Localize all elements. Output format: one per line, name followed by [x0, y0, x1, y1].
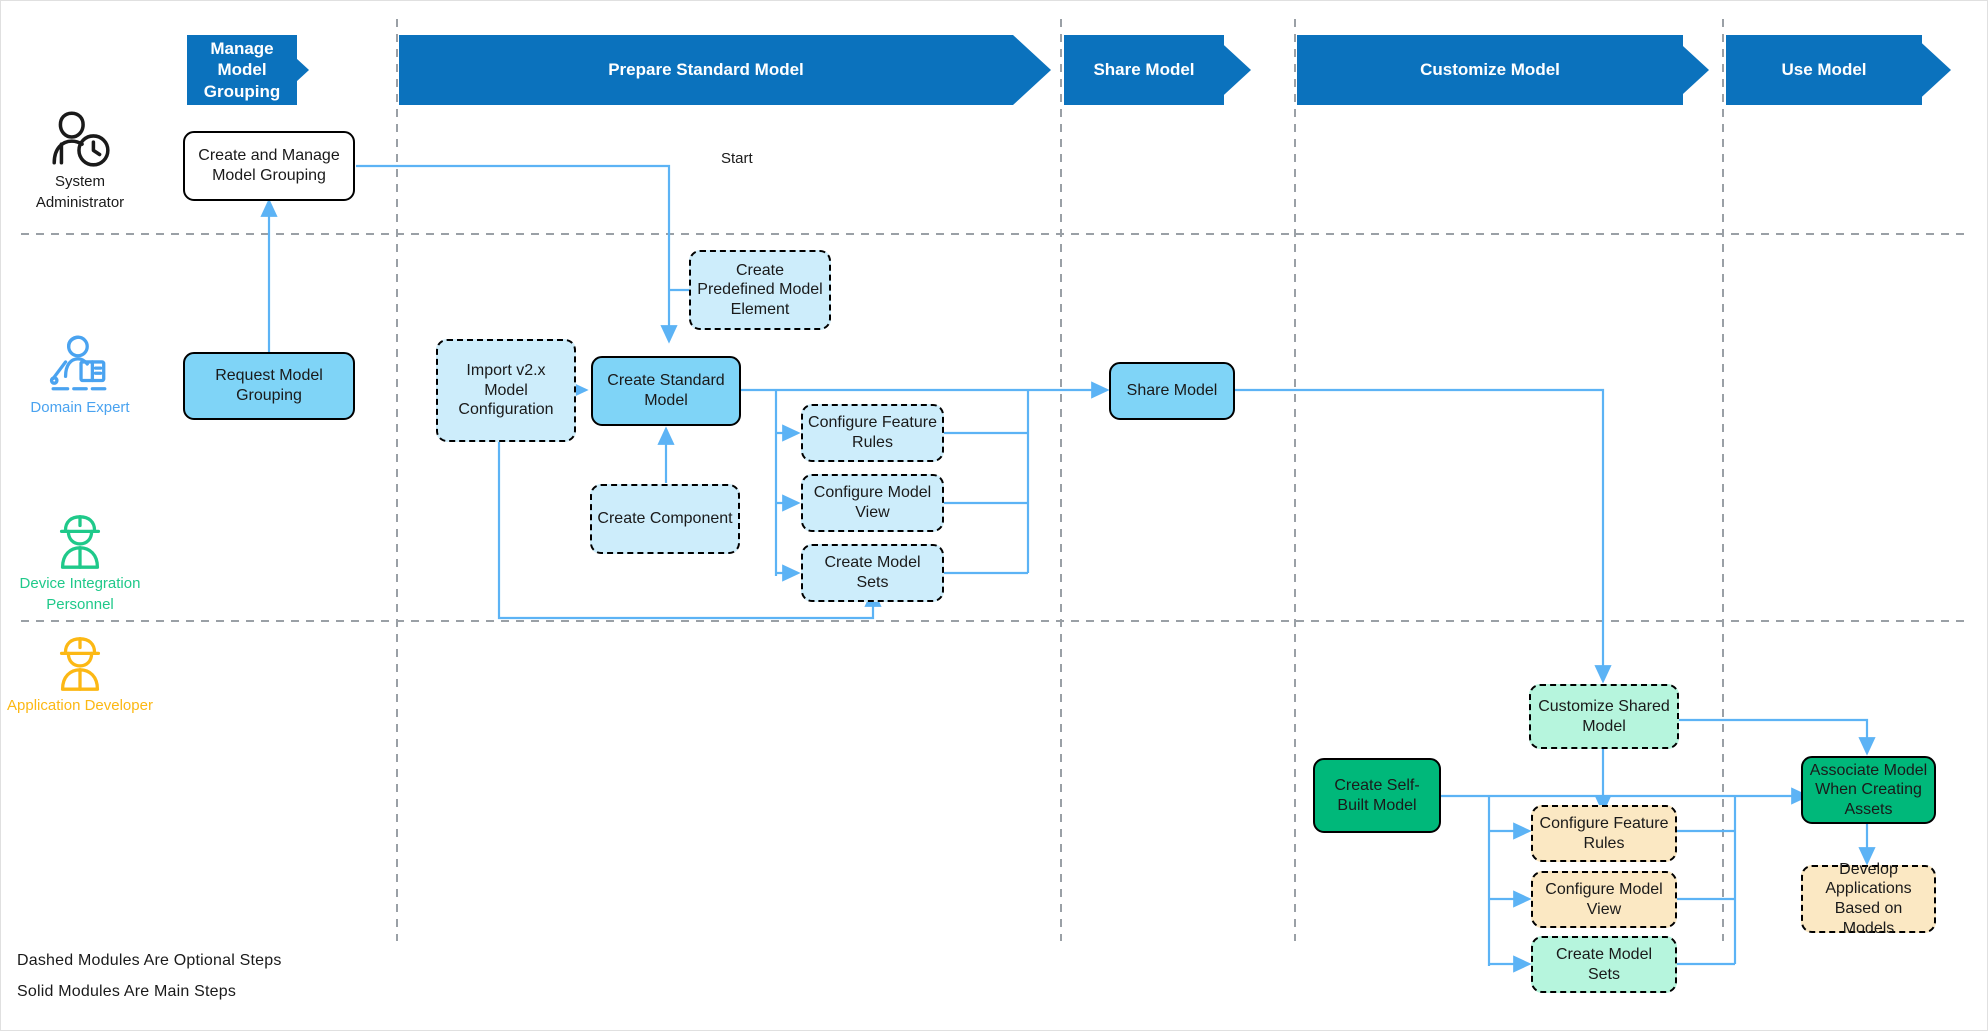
user-helmet-icon — [59, 637, 101, 691]
role-label-domain-expert: Domain Expert — [30, 399, 130, 416]
user-clock-icon — [52, 111, 110, 167]
role-application-developer: Application Developer — [5, 633, 155, 716]
phase-label-use-model[interactable]: Use Model — [1726, 35, 1922, 105]
role-label-system-administrator: System — [54, 173, 105, 190]
process-flow-diagram: Manage Model Grouping Prepare Standard M… — [0, 0, 1988, 1031]
node-create-predefined-model-element[interactable]: Create Predefined Model Element — [689, 250, 831, 330]
node-import-v2x-model-configuration[interactable]: Import v2.x Model Configuration — [436, 339, 576, 442]
role-label-system-administrator-2: Administrator — [35, 193, 125, 211]
user-presenter-icon — [49, 335, 107, 391]
phase-label-customize-model[interactable]: Customize Model — [1297, 35, 1683, 105]
user-helmet-icon — [59, 515, 101, 569]
phase-label-share-model[interactable]: Share Model — [1064, 35, 1224, 105]
legend-dashed-modules: Dashed Modules Are Optional Steps — [17, 952, 282, 969]
phase-divider-group — [396, 19, 1724, 941]
node-configure-feature-rules-standard[interactable]: Configure Feature Rules — [801, 404, 944, 462]
node-configure-model-view-standard[interactable]: Configure Model View — [801, 474, 944, 532]
role-system-administrator: System Administrator — [5, 105, 155, 213]
node-create-and-manage-model-grouping[interactable]: Create and Manage Model Grouping — [183, 131, 355, 201]
legend-solid-modules: Solid Modules Are Main Steps — [17, 983, 237, 1000]
node-create-model-sets-custom[interactable]: Create Model Sets — [1531, 936, 1677, 993]
role-label-application-developer: Application Developer — [7, 697, 153, 714]
node-create-component[interactable]: Create Component — [590, 484, 740, 554]
node-customize-shared-model[interactable]: Customize Shared Model — [1529, 684, 1679, 749]
role-device-integration-personnel: Device Integration Personnel — [5, 511, 155, 615]
node-configure-model-view-custom[interactable]: Configure Model View — [1531, 871, 1677, 928]
swimlane-divider-group — [21, 233, 1969, 622]
node-request-model-grouping[interactable]: Request Model Grouping — [183, 352, 355, 420]
phase-label-manage-model-grouping[interactable]: Manage Model Grouping — [187, 35, 297, 105]
node-share-model[interactable]: Share Model — [1109, 362, 1235, 420]
start-label: Start — [721, 150, 753, 167]
node-develop-applications-based-on-models[interactable]: Develop Applications Based on Models — [1801, 861, 1936, 937]
node-configure-feature-rules-custom[interactable]: Configure Feature Rules — [1531, 805, 1677, 862]
phase-label-prepare-standard-model[interactable]: Prepare Standard Model — [399, 35, 1013, 105]
node-create-self-built-model[interactable]: Create Self-Built Model — [1313, 758, 1441, 833]
role-domain-expert: Domain Expert — [5, 331, 155, 418]
role-label-device-integration-personnel: Device Integration — [19, 575, 141, 592]
node-create-standard-model[interactable]: Create Standard Model — [591, 356, 741, 426]
role-label-device-integration-personnel-2: Personnel — [46, 595, 114, 613]
node-associate-model-when-creating-assets[interactable]: Associate Model When Creating Assets — [1801, 756, 1936, 824]
node-create-model-sets-standard[interactable]: Create Model Sets — [801, 544, 944, 602]
